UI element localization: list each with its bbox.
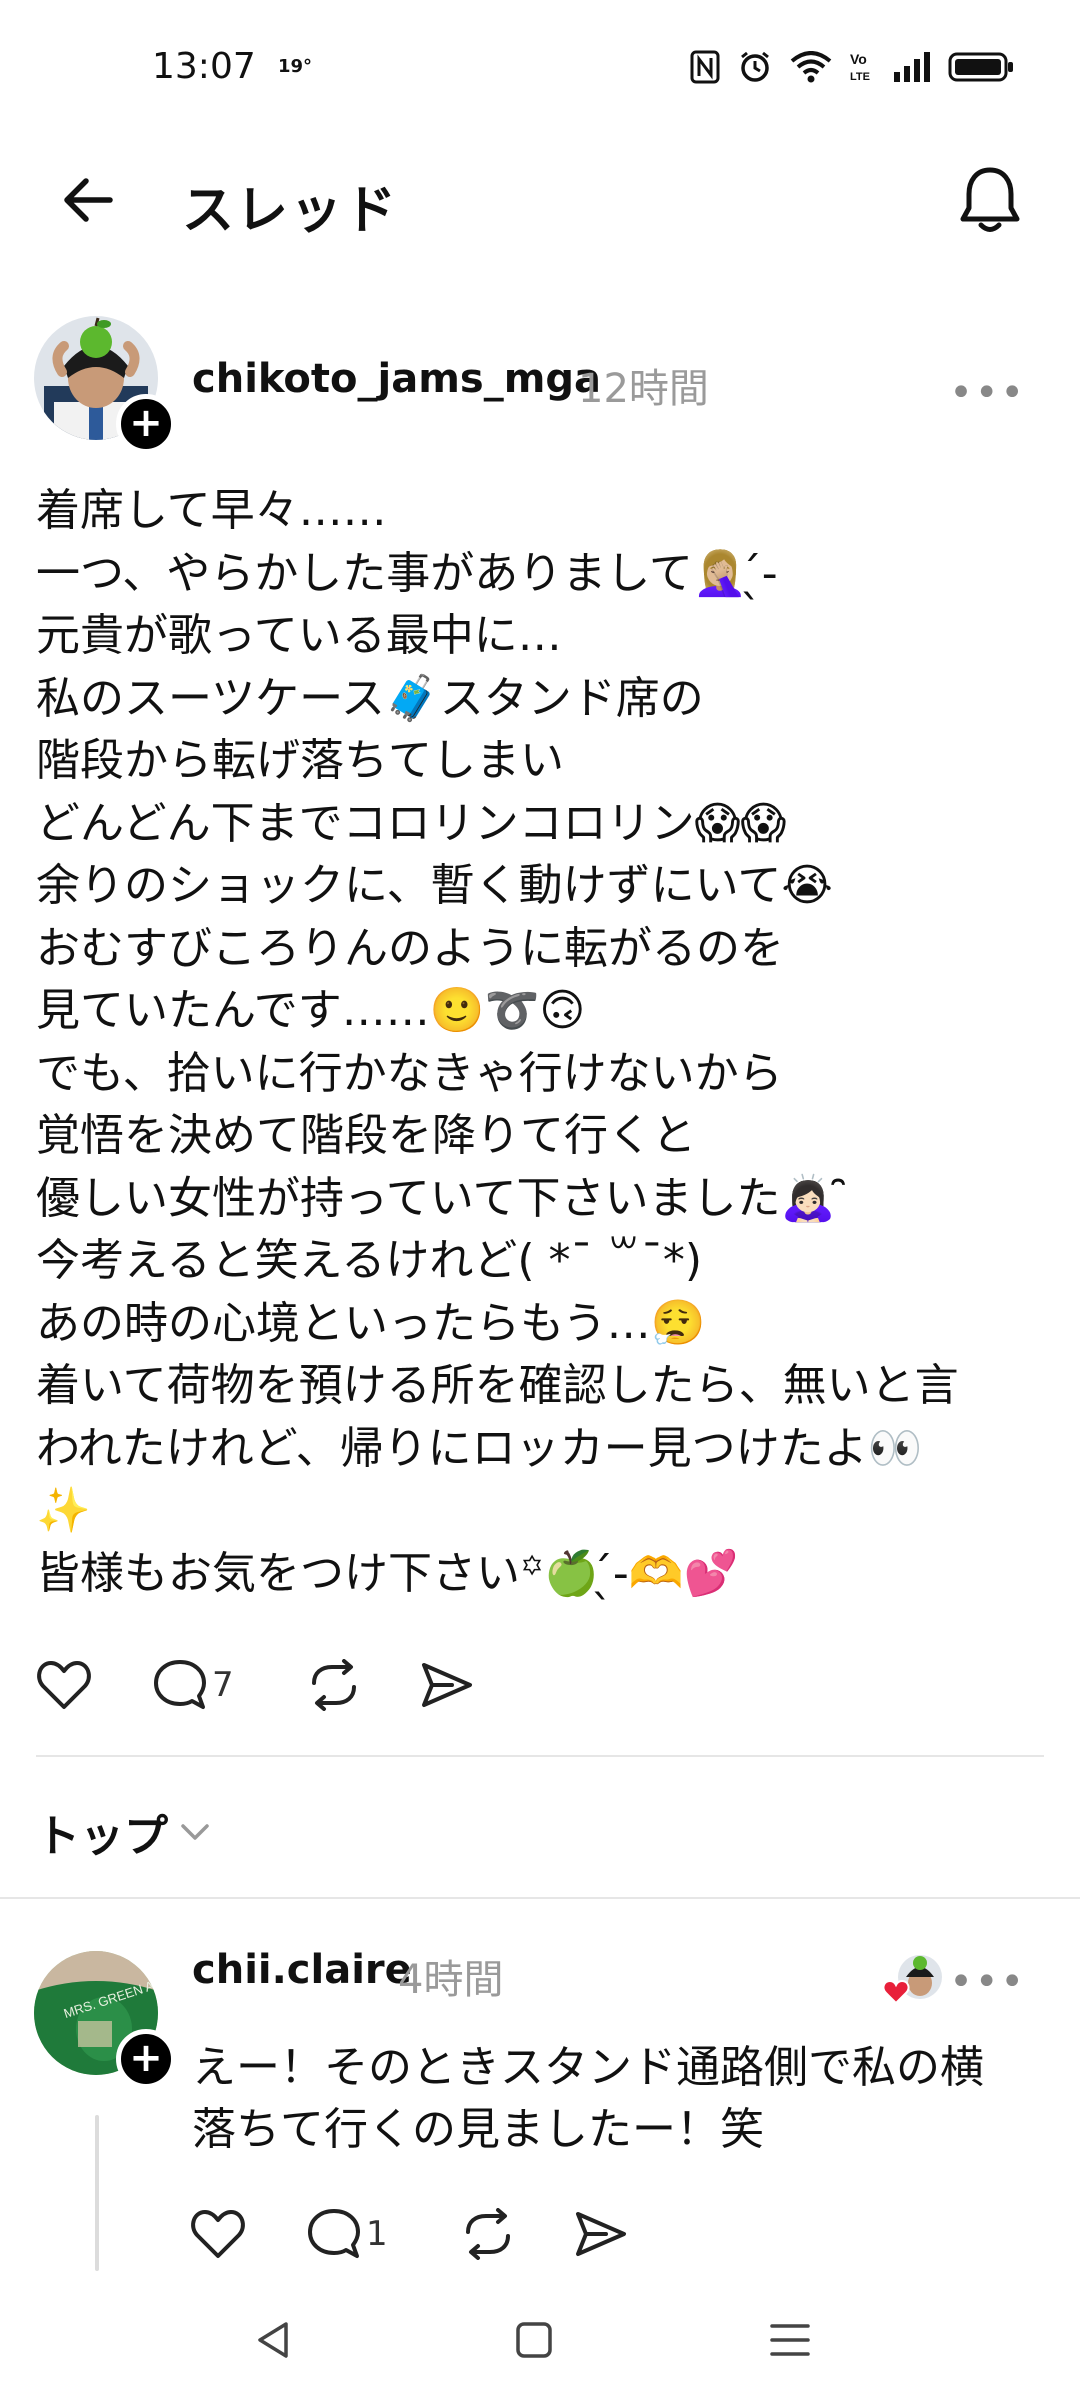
repost-button[interactable] (306, 1659, 362, 1711)
post-line: われたけれど、帰りにロッカー見つけたよ👀 (36, 1422, 923, 1474)
reply-line: えー！そのときスタンド通路側で私の横 (192, 2042, 984, 2093)
post-line: 覚悟を決めて階段を降りて行くと (36, 1110, 696, 1161)
liked-by-author-badge (880, 1953, 946, 2009)
alarm-icon (738, 50, 772, 84)
repost-button[interactable] (460, 2208, 516, 2260)
post-line: 私のスーツケース🧳スタンド席の (36, 672, 704, 724)
post-line: 見ていたんです……🙂➰🙃 (36, 985, 586, 1036)
sort-label: トップ (36, 1811, 168, 1862)
post-line: 着いて荷物を預ける所を確認したら、無いと言 (36, 1360, 959, 1411)
reply-button[interactable]: 7 (152, 1658, 234, 1712)
post-line: 階段から転げ落ちてしまい (36, 735, 564, 786)
svg-text:LTE: LTE (850, 71, 870, 83)
heart-icon (37, 1661, 91, 1709)
chevron-down-icon (181, 1824, 209, 1840)
post-line: 着席して早々…… (36, 485, 387, 536)
post-line: 一つ、やらかした事がありまして🤦🏼‍♀️ ̖́- (36, 547, 778, 599)
post-line: 皆様もお気をつけ下さい꙳🍏 ̖́-🫶💕 (36, 1547, 739, 1599)
divider (36, 1755, 1044, 1757)
more-options-icon[interactable]: ••• (949, 370, 1026, 416)
comment-icon (154, 1660, 206, 1709)
more-options-icon[interactable]: ••• (949, 1959, 1026, 2005)
status-bar: 13:07 19° Vo LTE (0, 0, 1080, 140)
arrow-left-icon[interactable] (56, 168, 120, 232)
reply-count: 1 (366, 2214, 388, 2254)
battery-icon (948, 52, 1014, 82)
post-line: 余りのショックに、暫く動けずにいて😭 (36, 860, 833, 911)
repost-icon (465, 2208, 510, 2260)
thread-connector-line (95, 2115, 99, 2271)
status-time: 13:07 (152, 46, 256, 87)
volte-icon: Vo LTE (850, 50, 876, 84)
post-line: 元貴が歌っている最中に… (36, 610, 562, 661)
status-icons: Vo LTE (690, 50, 1014, 84)
reply-count: 7 (212, 1665, 234, 1705)
reply-button[interactable]: 1 (306, 2207, 388, 2261)
follow-plus-icon[interactable]: + (116, 2029, 176, 2089)
reply-body: えー！そのときスタンド通路側で私の横 落ちて行くの見ましたー！笑 (192, 2037, 1032, 2161)
square-home-icon[interactable] (512, 2318, 556, 2366)
post-line: 優しい女性が持っていて下さいました🙇🏻‍♀️ ̑̑ (36, 1172, 850, 1224)
wifi-icon (790, 51, 832, 83)
post-line: ✨ (36, 1485, 91, 1536)
post-line: 今考えると笑えるけれど( *¯ ꒳¯*) (36, 1235, 703, 1286)
svg-text:Vo: Vo (850, 51, 867, 67)
reply-actions: 1 (190, 2207, 674, 2261)
menu-lines-icon[interactable] (768, 2318, 812, 2366)
like-button[interactable] (36, 1659, 92, 1711)
send-icon (421, 1663, 472, 1707)
reply-username[interactable]: chii.claire (192, 1947, 412, 1993)
post-line: でも、拾いに行かなきゃ行けないから (36, 1047, 783, 1099)
send-icon (575, 2212, 626, 2256)
triangle-back-icon[interactable] (252, 2318, 296, 2366)
divider (0, 1897, 1080, 1899)
reply-line: 落ちて行くの見ましたー！笑 (192, 2104, 764, 2155)
reply-timestamp: 4時間 (398, 1957, 504, 2003)
post-line: どんどん下までコロリンコロリン😱😱 (36, 797, 787, 849)
signal-icon (894, 52, 930, 82)
page-title: スレッド (182, 181, 399, 241)
bell-icon[interactable] (954, 162, 1026, 238)
follow-plus-icon[interactable]: + (116, 394, 176, 454)
heart-icon (191, 2210, 245, 2258)
repost-icon (311, 1659, 356, 1711)
sort-selector[interactable]: トップ (36, 1800, 212, 1864)
top-app-bar: スレッド (0, 150, 1080, 250)
post-actions: 7 (36, 1650, 520, 1720)
nfc-icon (690, 50, 720, 84)
like-button[interactable] (190, 2208, 246, 2260)
post-body: 着席して早々…… 一つ、やらかした事がありまして🤦🏼‍♀️ ̖́- 元貴が歌って… (36, 480, 1046, 1605)
system-nav-bar (0, 2290, 1080, 2400)
post-username[interactable]: chikoto_jams_mga (192, 356, 601, 402)
post-line: おむすびころりんのように転がるのを (36, 922, 784, 974)
share-button[interactable] (572, 2208, 628, 2260)
status-temperature: 19° (278, 56, 313, 77)
post-timestamp: 12時間 (578, 366, 709, 412)
comment-icon (308, 2209, 360, 2258)
post-line: あの時の心境といったらもう…😮‍💨 (36, 1297, 706, 1349)
share-button[interactable] (418, 1659, 474, 1711)
